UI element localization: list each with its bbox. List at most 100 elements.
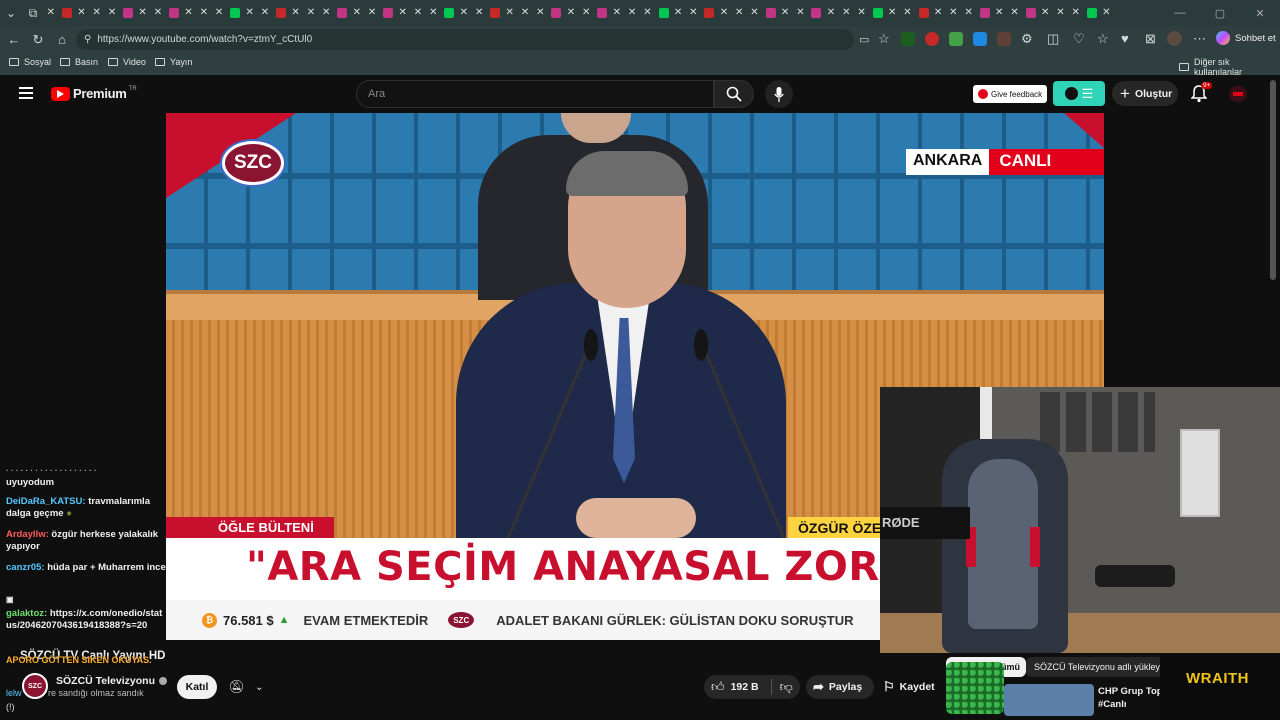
favorite-star-icon[interactable]: ☆ (878, 31, 890, 47)
browser-tab[interactable]: ✕ (901, 0, 916, 26)
read-mode-icon[interactable]: ▭ (859, 33, 869, 46)
favorites-icon[interactable]: ☆ (1097, 31, 1109, 47)
browser-tab[interactable] (977, 0, 992, 26)
copilot-button[interactable]: Sohbet et (1216, 31, 1276, 45)
chip-channel[interactable]: SÖZCÜ Televizyonu adlı yükley (1026, 657, 1166, 677)
browser-tab[interactable]: ✕ (472, 0, 487, 26)
search-button[interactable] (714, 80, 754, 108)
like-icon[interactable]: 👍︎ (711, 679, 725, 695)
create-button[interactable]: + Oluştur (1112, 81, 1178, 106)
browser-essentials-icon[interactable]: ♥ (1121, 31, 1129, 46)
browser-tab[interactable]: ✕ (778, 0, 793, 26)
browser-tab[interactable]: ✕ (105, 0, 120, 26)
recommended-thumbnail[interactable] (1004, 684, 1094, 716)
browser-tab[interactable] (381, 0, 396, 26)
other-bookmarks[interactable]: Diğer sık kullanılanlar (1179, 57, 1280, 77)
browser-tab[interactable]: ✕ (564, 0, 579, 26)
browser-tab[interactable]: ✕ (717, 0, 732, 26)
browser-tab[interactable]: ✕ (212, 0, 227, 26)
browser-tab[interactable]: ✕ (411, 0, 426, 26)
browser-tab[interactable]: ✕ (197, 0, 212, 26)
browser-tab[interactable]: ✕ (1069, 0, 1084, 26)
recommended-title[interactable]: CHP Grup Topl #Canlı (1098, 685, 1165, 711)
browser-tab[interactable] (702, 0, 717, 26)
bookmark-folder[interactable]: Yayın (155, 57, 192, 67)
browser-tab[interactable] (59, 0, 74, 26)
browser-tab[interactable] (916, 0, 931, 26)
workspaces-icon[interactable]: ⧉ (22, 2, 44, 24)
browser-tab[interactable]: ✕ (885, 0, 900, 26)
bookmark-folder[interactable]: Sosyal (9, 57, 51, 67)
browser-tab[interactable]: ✕ (289, 0, 304, 26)
browser-tab[interactable]: ✕ (732, 0, 747, 26)
browser-tab[interactable] (549, 0, 564, 26)
browser-tab[interactable]: ✕ (319, 0, 334, 26)
browser-tab[interactable] (228, 0, 243, 26)
browser-tab[interactable]: ✕ (794, 0, 809, 26)
browser-tab[interactable]: ✕ (258, 0, 273, 26)
extension-icon[interactable] (901, 32, 915, 46)
browser-tab[interactable]: ✕ (396, 0, 411, 26)
extensions-puzzle-icon[interactable]: ⚙ (1021, 31, 1033, 47)
browser-tab[interactable]: ✕ (641, 0, 656, 26)
channel-name[interactable]: SÖZCÜ Televizyonu (56, 675, 167, 687)
menu-hamburger-icon[interactable] (19, 87, 33, 99)
browser-tab[interactable]: ✕ (534, 0, 549, 26)
extension-icon[interactable] (925, 32, 939, 46)
bookmark-folder[interactable]: Basın (60, 57, 98, 67)
browser-tab[interactable]: ✕ (243, 0, 258, 26)
browser-tab[interactable]: ✕ (686, 0, 701, 26)
page-scrollbar[interactable] (1270, 80, 1276, 280)
browser-tab[interactable]: ✕ (610, 0, 625, 26)
browser-tab[interactable]: ✕ (151, 0, 166, 26)
join-button[interactable]: Katıl (177, 675, 217, 699)
site-info-icon[interactable]: ⚲ (84, 34, 91, 45)
browser-tab[interactable]: ✕ (1054, 0, 1069, 26)
minimize-button[interactable]: — (1160, 0, 1200, 26)
notifications-button[interactable]: 9+ (1190, 82, 1213, 108)
browser-tab[interactable]: ✕ (824, 0, 839, 26)
maximize-button[interactable]: ▢ (1200, 0, 1240, 26)
voice-search-button[interactable] (765, 80, 793, 108)
search-input[interactable]: Ara (356, 80, 714, 108)
youtube-logo[interactable]: Premium TR (51, 86, 137, 101)
browser-tab[interactable] (763, 0, 778, 26)
browser-tab[interactable]: ✕ (90, 0, 105, 26)
give-feedback-button[interactable]: Give feedback (973, 85, 1047, 103)
reload-icon[interactable]: ↻ (26, 28, 50, 52)
browser-tab[interactable]: ✕ (518, 0, 533, 26)
browser-tab[interactable] (870, 0, 885, 26)
browser-tab[interactable]: ✕ (671, 0, 686, 26)
home-icon[interactable]: ⌂ (50, 28, 74, 52)
browser-tab[interactable]: ✕ (855, 0, 870, 26)
translate-icon[interactable] (973, 32, 987, 46)
extension-chip-button[interactable]: ☰ (1053, 81, 1105, 106)
browser-tab[interactable]: ✕ (503, 0, 518, 26)
browser-tab[interactable]: ✕ (1008, 0, 1023, 26)
browser-tab[interactable]: ✕ (304, 0, 319, 26)
dislike-icon[interactable]: 👎︎ (780, 679, 793, 695)
browser-tab[interactable] (488, 0, 503, 26)
performance-icon[interactable]: ♡ (1073, 31, 1085, 47)
browser-tab[interactable] (595, 0, 610, 26)
browser-tab[interactable]: ✕ (962, 0, 977, 26)
back-icon[interactable]: ← (2, 28, 26, 52)
screenshot-icon[interactable]: ⊠ (1145, 31, 1156, 47)
extension-icon[interactable] (997, 32, 1011, 46)
browser-tab[interactable]: ✕ (182, 0, 197, 26)
browser-tab[interactable]: ✕ (625, 0, 640, 26)
bookmark-folder[interactable]: Video (108, 57, 146, 67)
browser-tab[interactable] (120, 0, 135, 26)
browser-tab[interactable]: ✕ (1038, 0, 1053, 26)
close-window-button[interactable]: ✕ (1240, 0, 1280, 26)
more-menu-icon[interactable]: ⋯ (1193, 31, 1206, 47)
account-avatar[interactable] (1229, 86, 1247, 102)
profile-avatar[interactable] (1167, 31, 1182, 46)
browser-tab[interactable]: ✕ (365, 0, 380, 26)
browser-tab[interactable]: ✕ (947, 0, 962, 26)
extension-icon[interactable] (949, 32, 963, 46)
subscribe-notifications-button[interactable]: 🔕︎ ⌄ (222, 675, 270, 699)
browser-tab[interactable] (1084, 0, 1099, 26)
tab-list-chevron-icon[interactable]: ⌄ (0, 2, 22, 24)
browser-tab[interactable]: ✕ (579, 0, 594, 26)
